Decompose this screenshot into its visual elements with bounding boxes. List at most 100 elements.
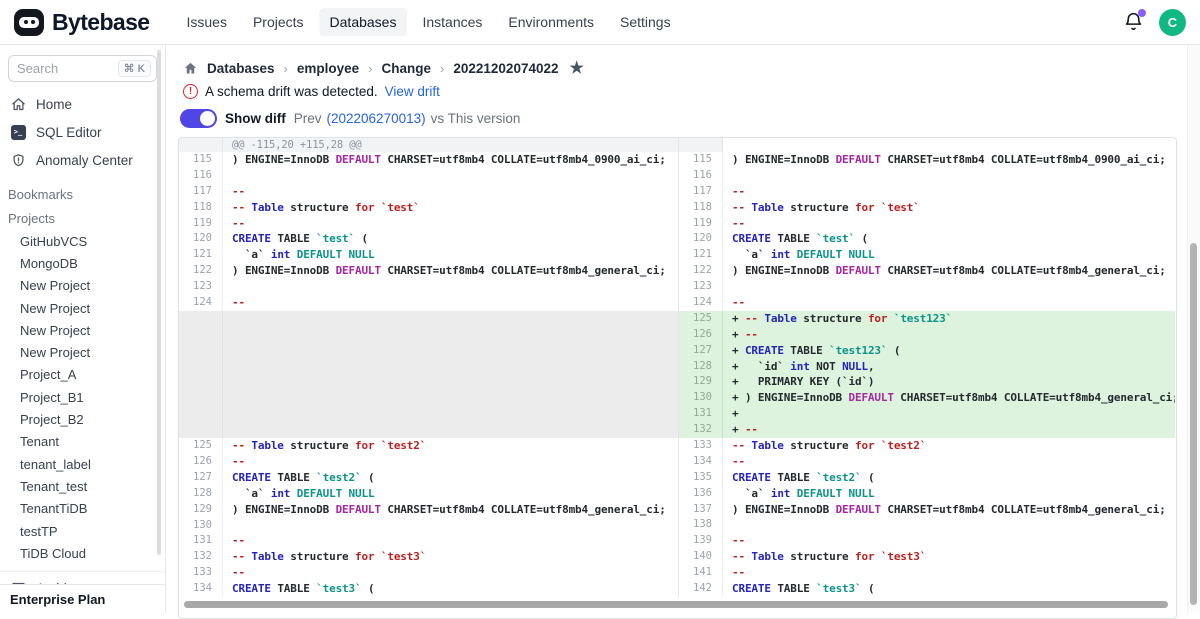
diff-line: 136 `a` int DEFAULT NULL	[679, 486, 1175, 502]
sidebar-project-item[interactable]: Tenant	[0, 431, 165, 453]
sidebar-project-item[interactable]: TenantTiDB	[0, 498, 165, 520]
code-text: --	[723, 295, 1175, 311]
sidebar-item-anomaly-center[interactable]: Anomaly Center	[0, 146, 165, 174]
sidebar-project-item[interactable]: Project_A	[0, 364, 165, 386]
nav-tab-issues[interactable]: Issues	[175, 8, 237, 36]
view-drift-link[interactable]: View drift	[385, 84, 440, 99]
diff-line: 126--	[179, 454, 678, 470]
prev-label: Prev	[294, 111, 322, 126]
sidebar: ⌘ K Home>_SQL EditorAnomaly Center Bookm…	[0, 45, 166, 613]
nav-tab-settings[interactable]: Settings	[609, 8, 682, 36]
line-number: 126	[179, 454, 223, 470]
code-text: -- Table structure for `test2`	[223, 438, 678, 454]
bytebase-logo-icon	[14, 9, 44, 36]
sidebar-item-home[interactable]: Home	[0, 90, 165, 118]
diff-line: 127+ CREATE TABLE `test123` (	[679, 343, 1175, 359]
brand-name: Bytebase	[52, 9, 149, 36]
breadcrumb-item[interactable]: employee	[297, 61, 359, 76]
code-text: ) ENGINE=InnoDB DEFAULT CHARSET=utf8mb4 …	[723, 152, 1175, 168]
line-number: 128	[179, 486, 223, 502]
line-number: 125	[179, 438, 223, 454]
horizontal-scrollbar[interactable]	[184, 601, 1168, 608]
notifications-button[interactable]	[1123, 11, 1145, 33]
nav-tab-instances[interactable]: Instances	[411, 8, 493, 36]
line-number: 139	[679, 533, 723, 549]
line-number: 117	[679, 184, 723, 200]
line-number: 142	[679, 581, 723, 597]
notification-badge	[1138, 9, 1146, 17]
sidebar-project-item[interactable]: New Project	[0, 297, 165, 319]
code-text: --	[223, 216, 678, 232]
prev-version-link[interactable]: (202206270013)	[327, 111, 426, 126]
code-text: + -- Table structure for `test123`	[723, 311, 1175, 327]
diff-line: 118-- Table structure for `test`	[179, 200, 678, 216]
top-navbar: Bytebase IssuesProjectsDatabasesInstance…	[0, 0, 1200, 45]
sidebar-scrollbar[interactable]	[157, 50, 161, 555]
home-icon[interactable]	[183, 61, 198, 76]
line-number: 119	[679, 216, 723, 232]
search-box[interactable]: ⌘ K	[8, 55, 157, 82]
main-content: Databases›employee›Change›20221202074022…	[166, 45, 1200, 613]
code-text: -- Table structure for `test`	[223, 200, 678, 216]
line-number: 131	[679, 406, 723, 422]
diff-line: 139--	[679, 533, 1175, 549]
code-text: + --	[723, 327, 1175, 343]
sidebar-project-item[interactable]: GitHubVCS	[0, 230, 165, 252]
diff-line: 128 `a` int DEFAULT NULL	[179, 486, 678, 502]
line-number: 135	[679, 470, 723, 486]
diff-gap	[179, 311, 678, 438]
line-number: 131	[179, 533, 223, 549]
show-diff-toggle[interactable]	[180, 109, 217, 128]
code-text	[723, 138, 1175, 152]
code-text: --	[223, 295, 678, 311]
plan-badge: Enterprise Plan	[0, 584, 165, 613]
sidebar-project-item[interactable]: Project_B2	[0, 408, 165, 430]
code-text: --	[223, 184, 678, 200]
diff-line: 120CREATE TABLE `test` (	[179, 231, 678, 247]
line-number: 121	[179, 247, 223, 263]
sidebar-project-item[interactable]: Tenant_test	[0, 475, 165, 497]
avatar[interactable]: C	[1159, 9, 1186, 36]
sidebar-project-item[interactable]: New Project	[0, 275, 165, 297]
nav-tab-databases[interactable]: Databases	[319, 8, 408, 36]
code-text: -- Table structure for `test3`	[223, 549, 678, 565]
diff-line: 116	[179, 168, 678, 184]
nav-tab-environments[interactable]: Environments	[497, 8, 605, 36]
sidebar-project-item[interactable]: testTP	[0, 520, 165, 542]
diff-line: 135CREATE TABLE `test2` (	[679, 470, 1175, 486]
nav-tab-projects[interactable]: Projects	[242, 8, 315, 36]
code-text: --	[723, 216, 1175, 232]
line-number: 132	[179, 549, 223, 565]
sidebar-project-item[interactable]: TiDB Cloud	[0, 542, 165, 564]
sidebar-project-item[interactable]: Project_B1	[0, 386, 165, 408]
sidebar-project-item[interactable]: MongoDB	[0, 252, 165, 274]
line-number: 133	[679, 438, 723, 454]
code-text: ) ENGINE=InnoDB DEFAULT CHARSET=utf8mb4 …	[723, 502, 1175, 518]
breadcrumb: Databases›employee›Change›20221202074022…	[183, 58, 584, 78]
star-icon[interactable]: ★	[570, 58, 584, 78]
code-text: --	[223, 533, 678, 549]
plan-label: Enterprise Plan	[10, 592, 105, 607]
breadcrumb-item[interactable]: Change	[382, 61, 432, 76]
page-scrollbar[interactable]	[1190, 243, 1197, 605]
sidebar-project-item[interactable]: tenant_label	[0, 453, 165, 475]
diff-line: 133--	[179, 565, 678, 581]
sidebar-section-bookmarks: Bookmarks	[0, 182, 165, 206]
vs-label: vs This version	[431, 111, 521, 126]
code-text: --	[223, 454, 678, 470]
search-input[interactable]	[17, 61, 105, 76]
line-number: 122	[179, 263, 223, 279]
search-shortcut-badge: ⌘ K	[118, 60, 151, 77]
line-number: 123	[179, 279, 223, 295]
diff-line: 126+ --	[679, 327, 1175, 343]
breadcrumb-item[interactable]: Databases	[207, 61, 275, 76]
line-number: 124	[179, 295, 223, 311]
sidebar-project-item[interactable]: New Project	[0, 341, 165, 363]
line-number: 129	[179, 502, 223, 518]
diff-line: 121 `a` int DEFAULT NULL	[679, 247, 1175, 263]
code-text	[723, 168, 1175, 184]
line-number: 120	[179, 231, 223, 247]
sidebar-item-sql-editor[interactable]: >_SQL Editor	[0, 118, 165, 146]
bytebase-logo[interactable]: Bytebase	[14, 9, 149, 36]
sidebar-project-item[interactable]: New Project	[0, 319, 165, 341]
